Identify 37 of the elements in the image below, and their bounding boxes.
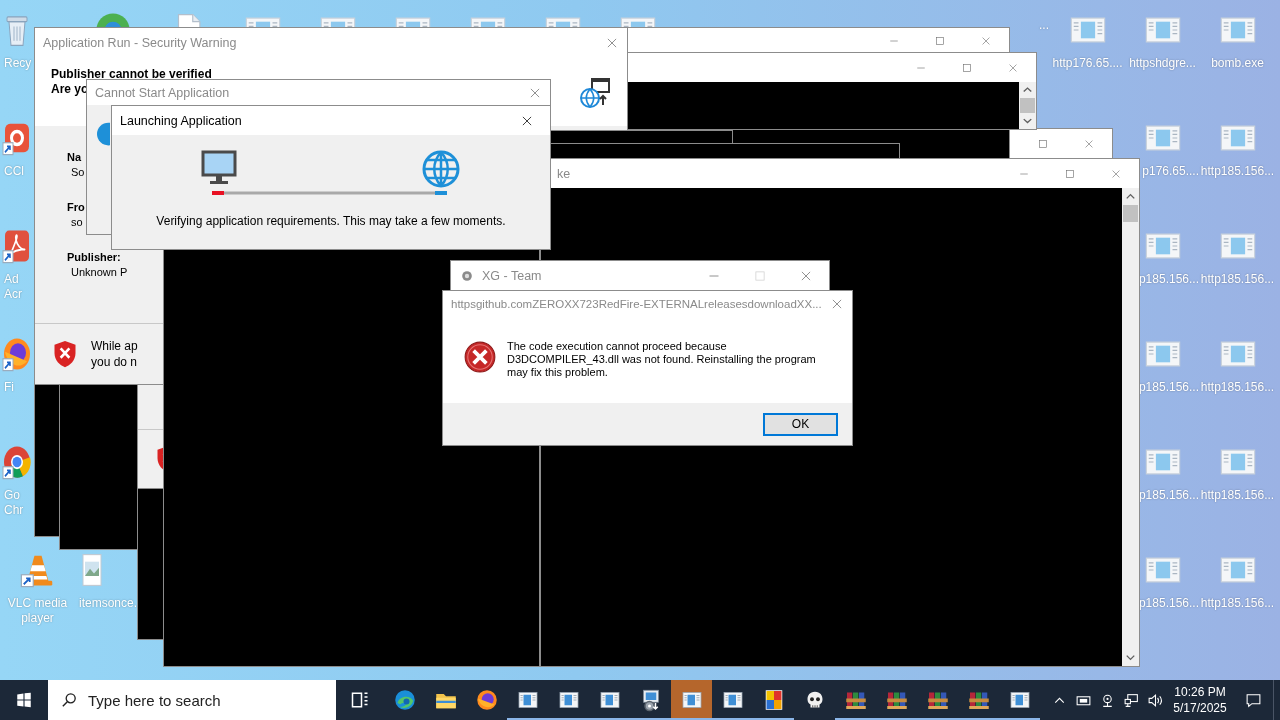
icon-label: Recy [3,56,32,71]
field-label: Na [67,150,82,165]
window-title: XG - Team [481,268,542,283]
window-title: Application Run - Security Warning [42,35,237,50]
window-title: httpsgithub.comZEROXX723RedFire-EXTERNALreleasesdownloadXX... [450,297,822,310]
icon-label: httpshdgre... [1129,56,1196,71]
icon-label: http185.156... [1200,596,1275,611]
icon-label: VLC media player [7,596,68,626]
window-title: Launching Application [119,113,242,128]
icon-label: Go Chr [3,488,24,518]
icon-label: http185.156... [1200,164,1275,179]
icon-label: p185.156... [1138,488,1200,503]
window-title: ke [556,166,571,181]
field-value: so [70,215,83,230]
icon-label: Fi [3,380,14,395]
error-message: The code execution cannot proceed because D3DCOMPILER_43.dll was not found. Reinstalling the program may fix this problem. [507,340,817,379]
dialog-heading: Publisher cannot be verified [51,67,212,82]
icon-label: p185.156... [1138,272,1200,287]
icon-label: CCl [3,164,24,179]
icon-label: http185.156... [1200,488,1275,503]
field-label: Fro [67,200,85,215]
warning-text: While ap you do n [91,338,138,370]
icon-label: bomb.exe [1211,56,1264,71]
field-value: So [70,165,85,180]
icon-label: http176.65.... [1052,56,1123,71]
status-message: Verifying application requirements. This may take a few moments. [156,214,506,228]
field-label: Publisher: [67,250,121,265]
icon-label: http185.156... [1200,380,1275,395]
icon-label: http185.156... [1200,272,1275,287]
icon-label: p185.156... [1138,596,1200,611]
icon-label: itemsonce. [78,596,138,611]
icon-label: Ad Acr [3,272,22,302]
field-value: Unknown P [70,265,128,280]
icon-label: p185.156... [1138,380,1200,395]
window-title: Cannot Start Application [94,85,230,100]
icon-label: ... [1039,18,1050,33]
icon-label: p176.65.... [1142,164,1200,179]
